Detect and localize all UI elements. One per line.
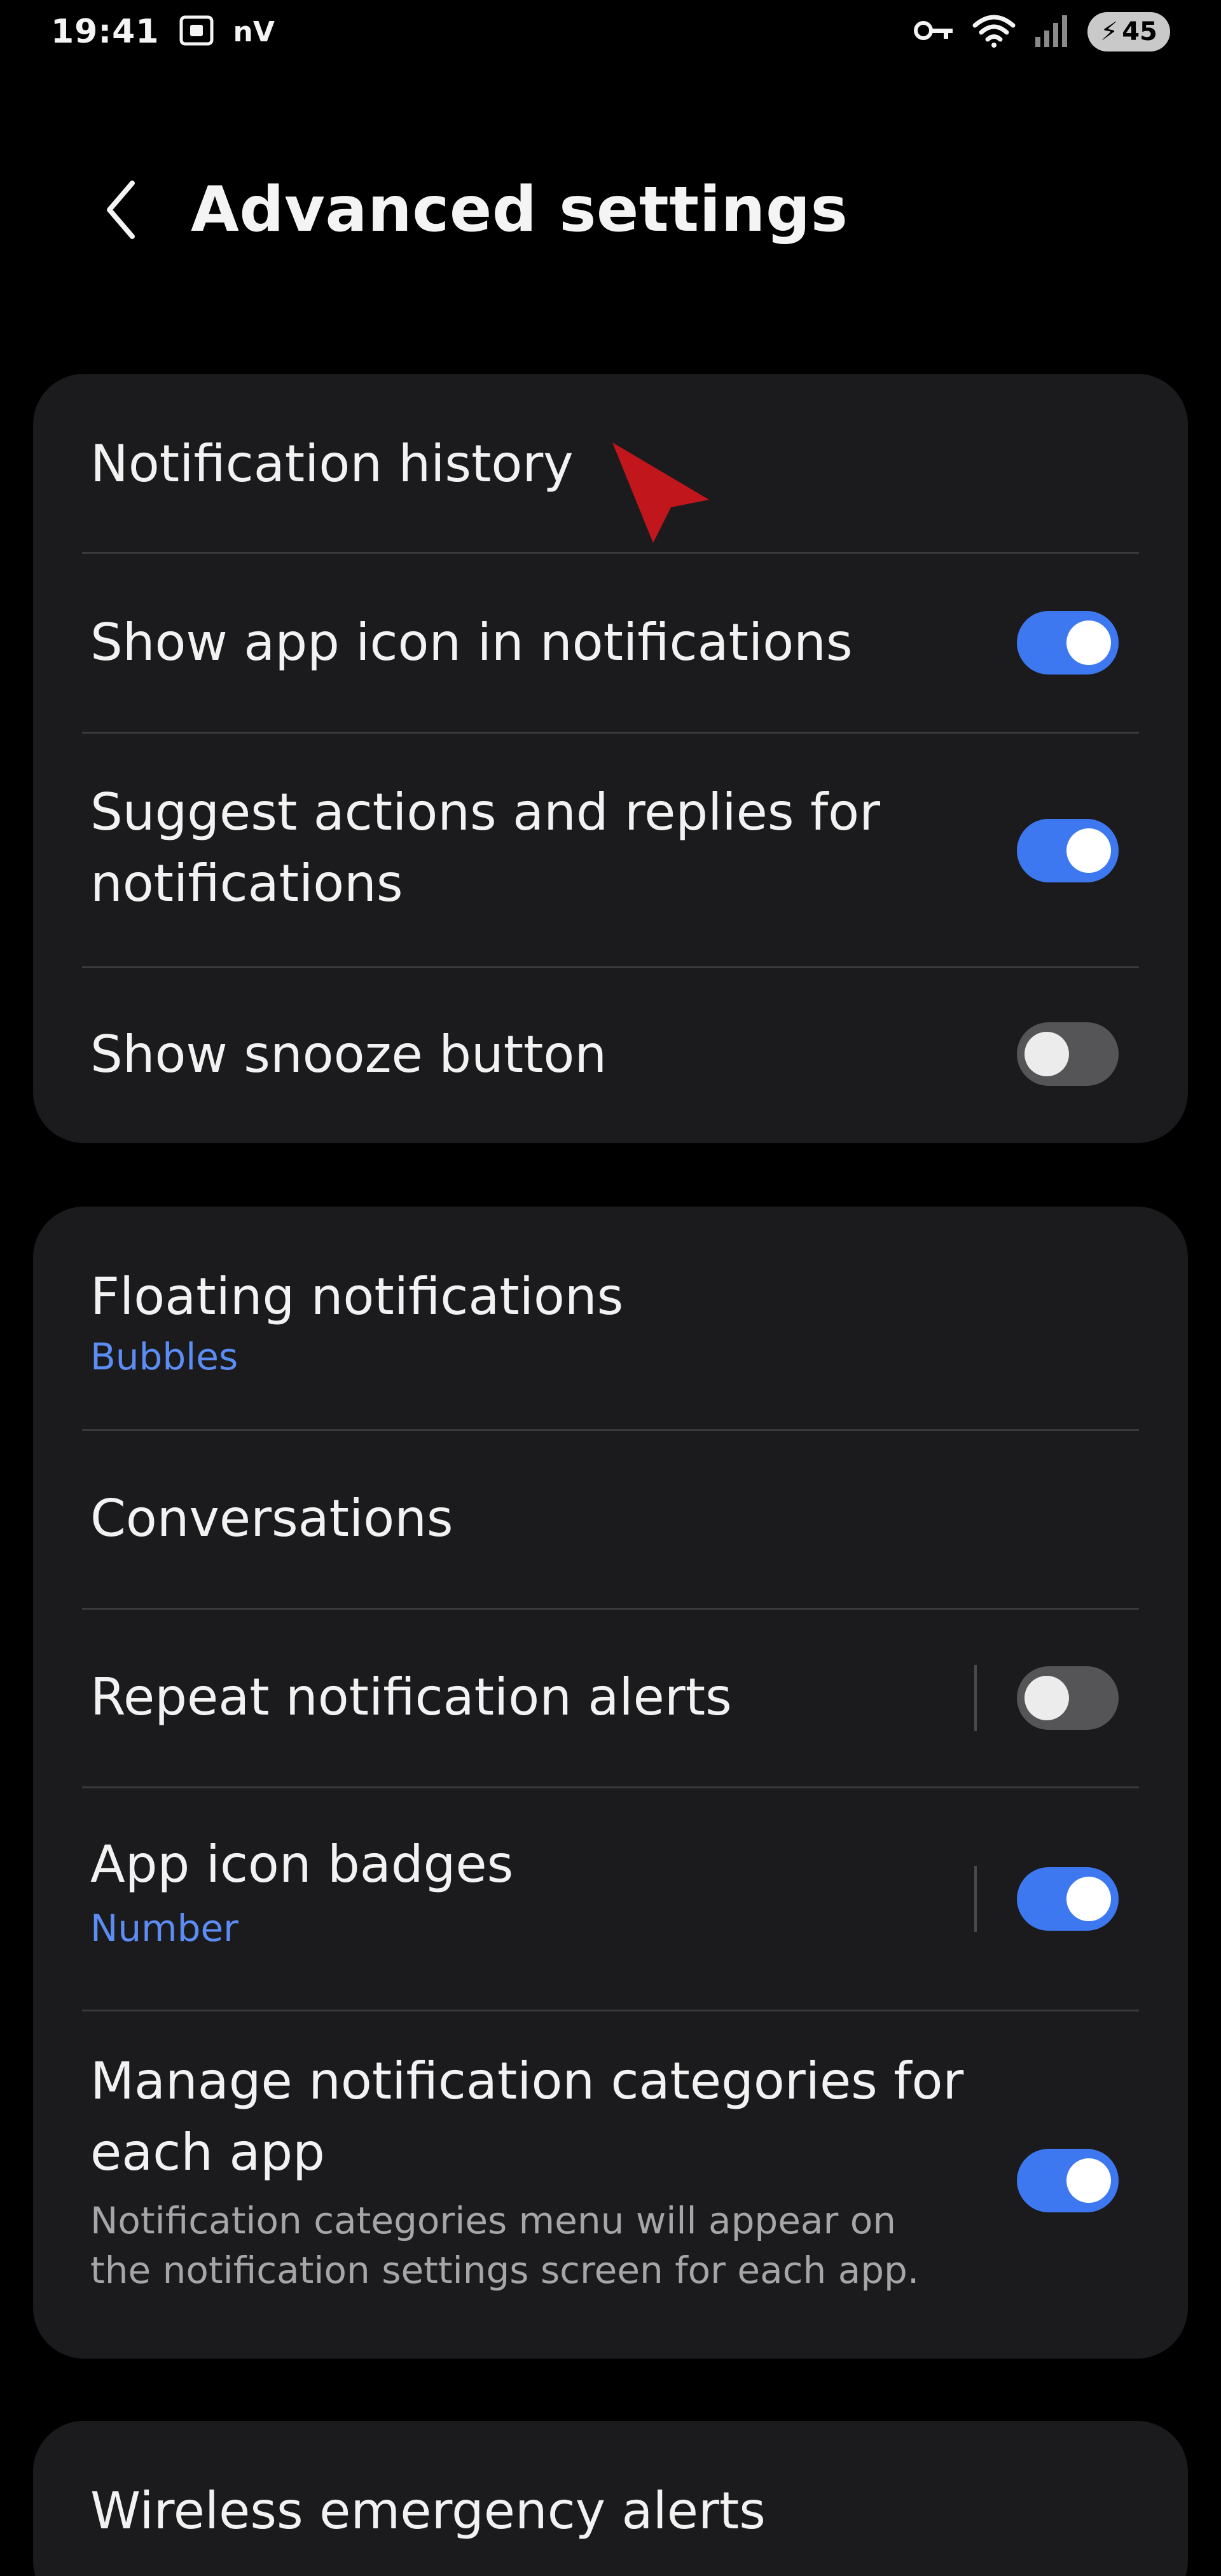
snooze-button-toggle[interactable] (1017, 1022, 1119, 1086)
chevron-left-icon (107, 181, 135, 239)
signal-icon (1033, 13, 1071, 51)
toggle-knob (1066, 828, 1111, 873)
floating-notifications-value: Bubbles (90, 1335, 238, 1378)
snooze-button-label: Show snooze button (90, 1025, 607, 1084)
screenshot-icon (179, 15, 214, 49)
status-left: 19:41 nV (51, 13, 275, 51)
settings-card-advanced: Floating notifications Bubbles Conversat… (33, 1207, 1188, 2359)
row-wireless-emergency-alerts[interactable]: Wireless emergency alerts (33, 2421, 1188, 2576)
screen: 19:41 nV ⚡ 45 Advanced settings Notifica… (0, 0, 1221, 2576)
settings-card-emergency: Wireless emergency alerts (33, 2421, 1188, 2576)
manage-categories-label-line2: each app (90, 2123, 325, 2182)
row-manage-categories[interactable]: Manage notification categories for each … (33, 2011, 1188, 2359)
manage-categories-label-line1: Manage notification categories for (90, 2052, 964, 2111)
wifi-icon (972, 13, 1016, 51)
repeat-alerts-label: Repeat notification alerts (90, 1668, 732, 1727)
key-icon (913, 17, 955, 47)
wireless-emergency-alerts-label: Wireless emergency alerts (90, 2481, 766, 2540)
row-app-icon-badges[interactable]: App icon badges Number (33, 1788, 1188, 2010)
app-icon-badges-value: Number (90, 1907, 238, 1950)
toggle-knob (1024, 1676, 1069, 1720)
nv-icon: nV (233, 15, 275, 48)
row-snooze-button[interactable]: Show snooze button (33, 968, 1188, 1143)
row-floating-notifications[interactable]: Floating notifications Bubbles (33, 1207, 1188, 1429)
toggle-knob (1066, 2158, 1111, 2203)
app-icon-badges-label: App icon badges (90, 1835, 514, 1894)
app-icon-badges-toggle[interactable] (1017, 1867, 1119, 1931)
manage-categories-desc-line2: the notification settings screen for eac… (90, 2249, 920, 2292)
toggle-knob (1024, 1032, 1069, 1076)
row-conversations[interactable]: Conversations (33, 1431, 1188, 1608)
back-button[interactable] (83, 172, 159, 248)
status-time: 19:41 (51, 13, 160, 51)
battery-bolt-icon: ⚡ (1100, 17, 1119, 46)
row-show-app-icon[interactable]: Show app icon in notifications (33, 554, 1188, 732)
vertical-separator (974, 1866, 977, 1932)
toggle-knob (1066, 620, 1111, 665)
manage-categories-desc-line1: Notification categories menu will appear… (90, 2199, 896, 2242)
show-app-icon-label: Show app icon in notifications (90, 613, 853, 672)
row-repeat-alerts[interactable]: Repeat notification alerts (33, 1610, 1188, 1786)
conversations-label: Conversations (90, 1489, 453, 1548)
status-bar: 19:41 nV ⚡ 45 (0, 0, 1221, 64)
page-title: Advanced settings (191, 174, 848, 246)
vertical-separator (974, 1665, 977, 1731)
repeat-alerts-toggle[interactable] (1017, 1666, 1119, 1730)
suggest-actions-label-line2: notifications (90, 854, 403, 913)
manage-categories-toggle[interactable] (1017, 2149, 1119, 2212)
battery-indicator: ⚡ 45 (1087, 12, 1170, 51)
floating-notifications-label: Floating notifications (90, 1267, 624, 1326)
show-app-icon-toggle[interactable] (1017, 611, 1119, 675)
battery-level: 45 (1122, 17, 1157, 46)
notification-history-label: Notification history (90, 434, 574, 493)
suggest-actions-label-line1: Suggest actions and replies for (90, 783, 880, 842)
cursor-arrow-icon (612, 442, 709, 543)
app-header: Advanced settings (0, 146, 1221, 273)
suggest-actions-toggle[interactable] (1017, 819, 1119, 882)
toggle-knob (1066, 1877, 1111, 1921)
row-suggest-actions[interactable]: Suggest actions and replies for notifica… (33, 734, 1188, 966)
status-right: ⚡ 45 (913, 12, 1170, 51)
